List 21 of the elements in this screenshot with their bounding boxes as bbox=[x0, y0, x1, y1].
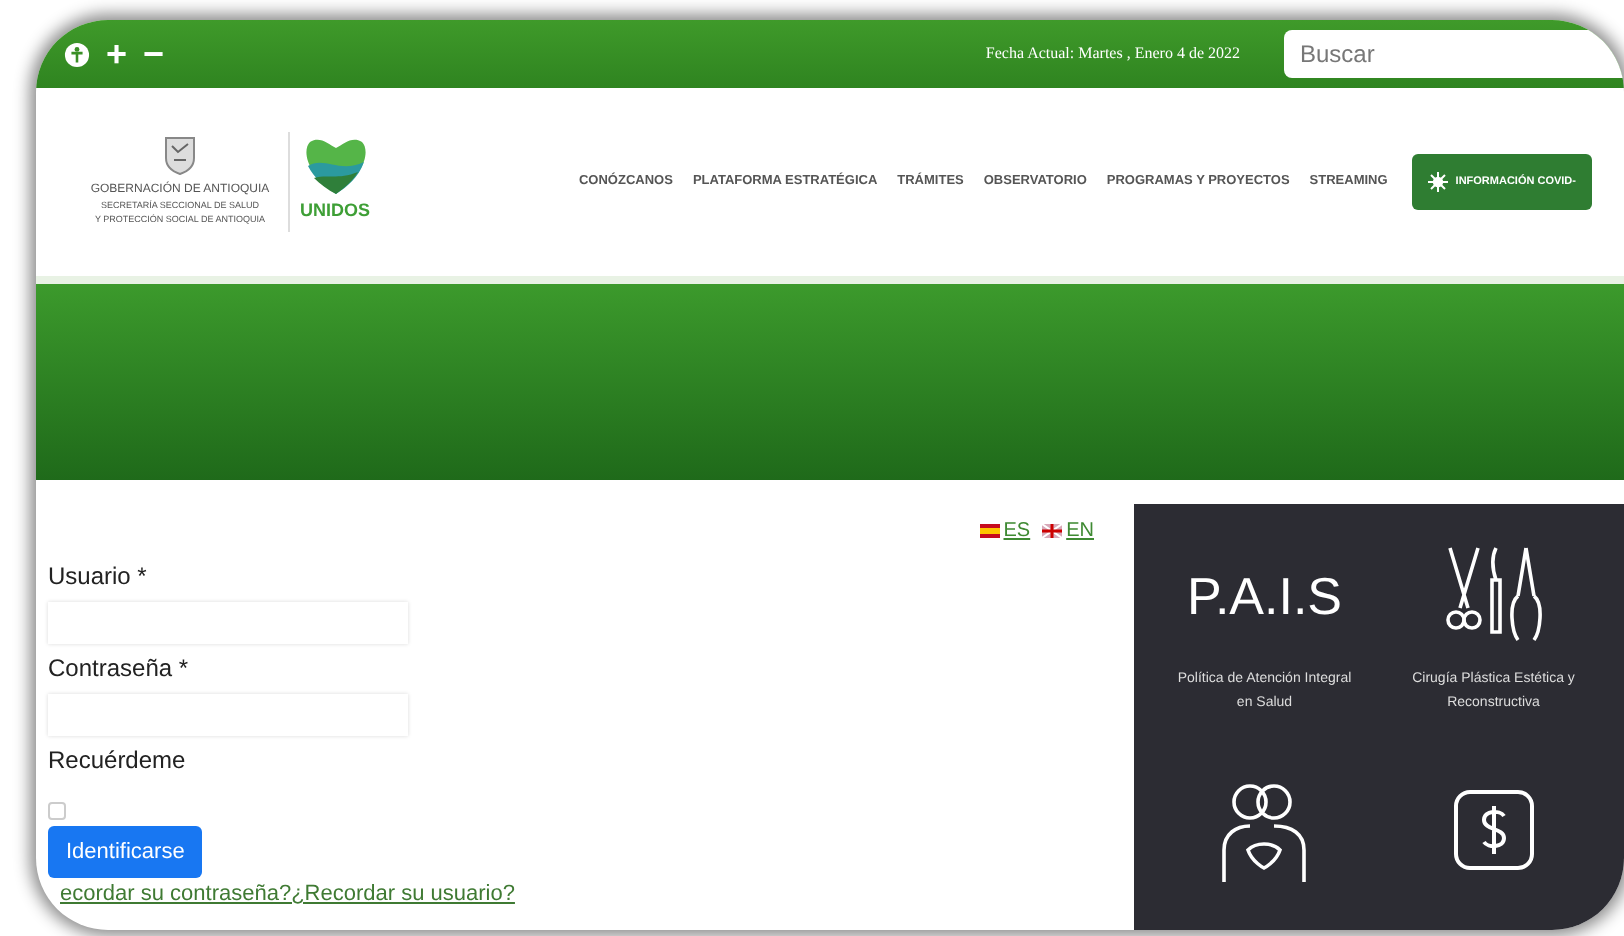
flag-icon bbox=[979, 524, 1000, 538]
heart-hills-icon bbox=[301, 138, 369, 199]
password-label: Contraseña * bbox=[48, 652, 191, 686]
recover-account-link[interactable]: ecordar su contraseña?¿Recordar su usuario? bbox=[60, 878, 515, 911]
dollar-icon bbox=[1451, 787, 1536, 871]
flag-icon bbox=[1042, 524, 1063, 538]
language-link[interactable]: ES bbox=[1003, 516, 1031, 546]
username-label: Usuario * bbox=[48, 560, 149, 594]
coat-of-arms-icon bbox=[162, 136, 198, 177]
font-size-control[interactable]: + bbox=[106, 36, 128, 72]
language-link[interactable]: EN bbox=[1066, 516, 1094, 546]
brand-name: UNIDOS bbox=[300, 198, 371, 225]
sign-in-button[interactable]: Identificarse bbox=[48, 826, 203, 878]
remember-label: Recuérdeme bbox=[48, 744, 188, 778]
remember-checkbox[interactable] bbox=[48, 802, 66, 820]
virus-icon bbox=[1427, 172, 1448, 192]
current-date: Fecha Actual: Martes , Enero 4 de 2022 bbox=[985, 42, 1240, 66]
font-size-control[interactable]: − bbox=[143, 36, 165, 72]
search-field[interactable]: Buscar bbox=[1284, 30, 1624, 78]
accessibility-icon[interactable] bbox=[64, 41, 90, 67]
pais-logo: P.A.I.S bbox=[1186, 563, 1343, 629]
